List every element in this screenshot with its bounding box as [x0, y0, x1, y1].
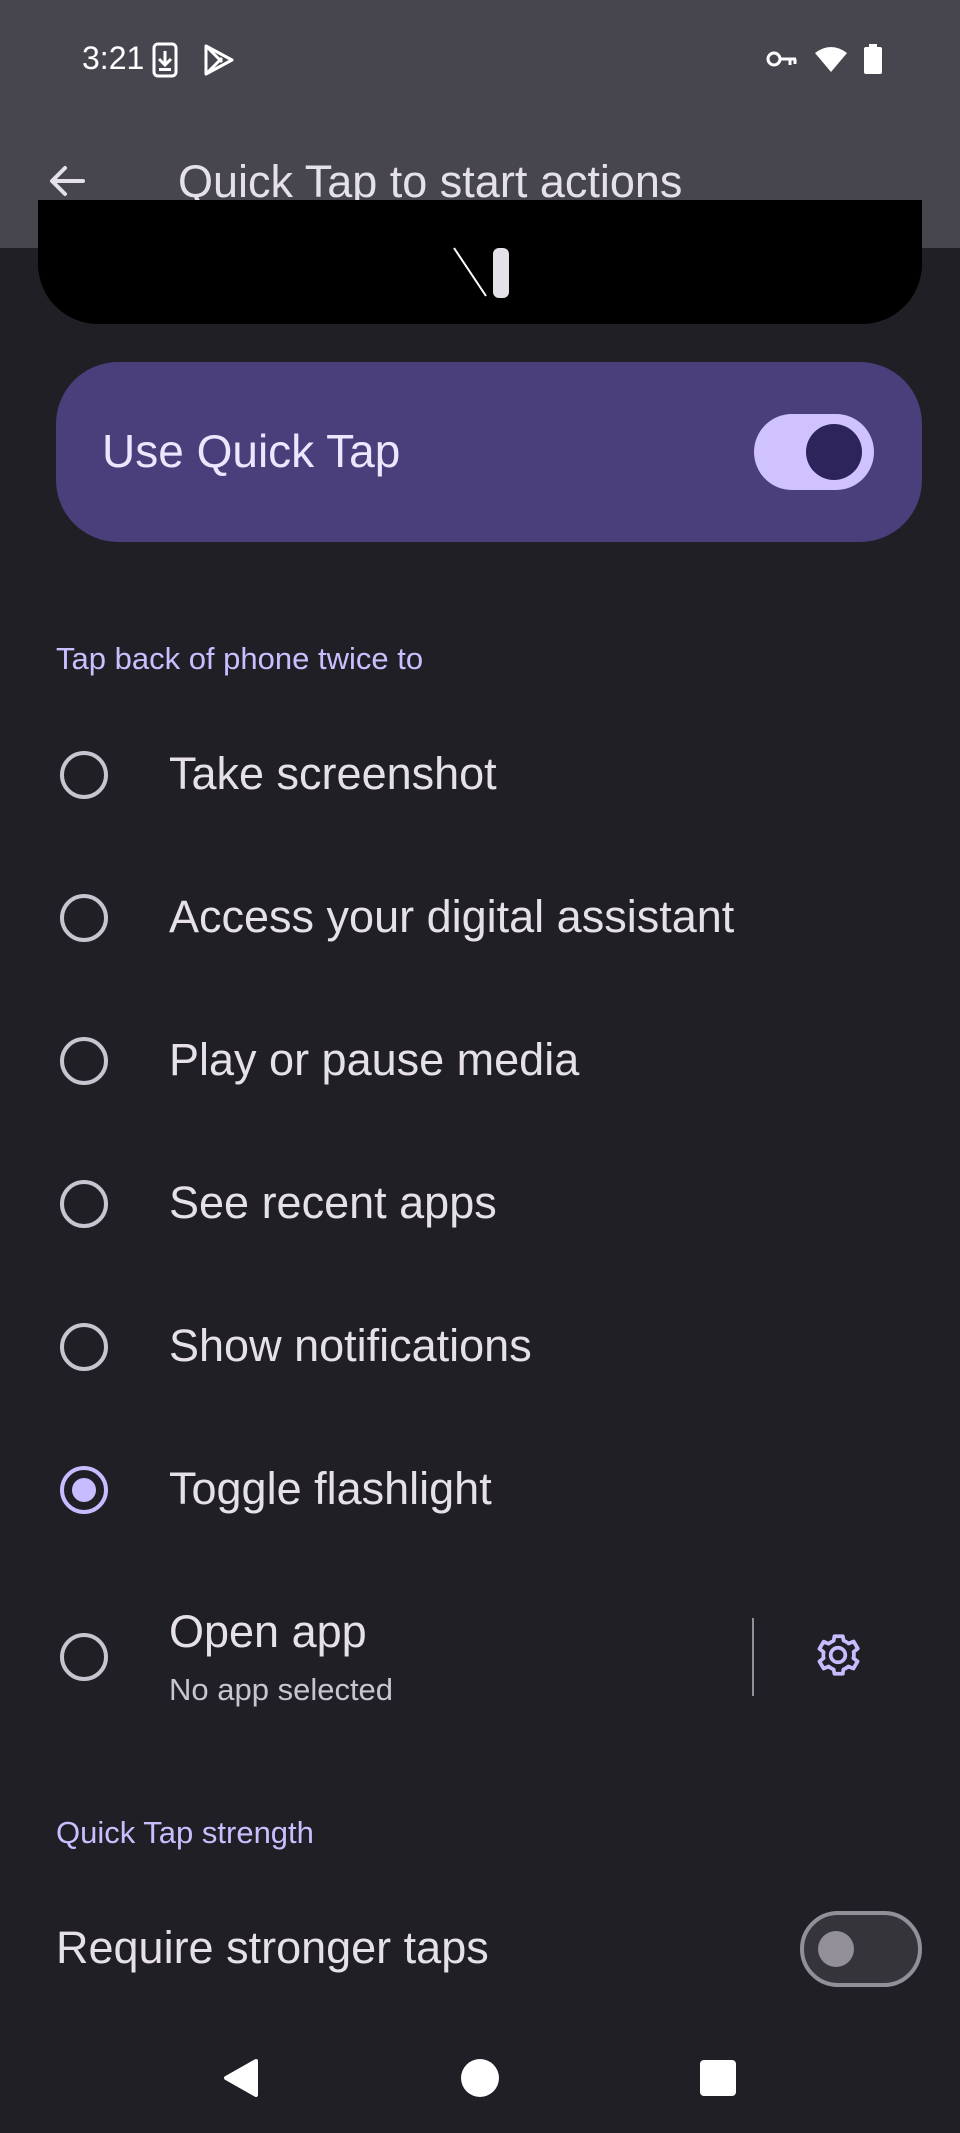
wifi-icon [814, 45, 848, 78]
use-quick-tap-label: Use Quick Tap [102, 425, 401, 477]
option-subtitle: No app selected [169, 1672, 394, 1707]
phone-illustration-graphic [453, 247, 509, 298]
option-label: See recent apps [169, 1177, 497, 1228]
vpn-key-icon [766, 49, 798, 74]
option-toggle-flashlight[interactable]: Toggle flashlight [0, 1418, 960, 1561]
option-take-screenshot[interactable]: Take screenshot [0, 703, 960, 846]
option-label: Play or pause media [169, 1034, 580, 1085]
quick-tap-illustration [38, 200, 922, 324]
radio-button[interactable] [60, 1037, 108, 1085]
status-bar: 3:21 [0, 0, 960, 118]
use-quick-tap-card[interactable]: Use Quick Tap [56, 362, 922, 542]
require-stronger-taps-switch[interactable] [800, 1911, 922, 1987]
radio-button[interactable] [60, 1633, 108, 1681]
option-label: Access your digital assistant [169, 891, 735, 942]
vertical-divider [752, 1618, 754, 1696]
use-quick-tap-switch[interactable] [754, 414, 874, 490]
switch-thumb [818, 1931, 854, 1967]
option-label: Show notifications [169, 1320, 532, 1371]
strength-section-header: Quick Tap strength [56, 1815, 314, 1850]
option-show-notifications[interactable]: Show notifications [0, 1275, 960, 1418]
home-circle-icon [459, 2057, 501, 2104]
switch-thumb [806, 424, 862, 480]
option-label: Open app [169, 1606, 367, 1657]
radio-button-selected[interactable] [60, 1466, 108, 1514]
status-right-icons [766, 44, 882, 79]
radio-button[interactable] [60, 1180, 108, 1228]
open-app-settings-button[interactable] [808, 1627, 868, 1687]
radio-button[interactable] [60, 1323, 108, 1371]
radio-button[interactable] [60, 894, 108, 942]
nav-back-button[interactable] [210, 2050, 270, 2110]
option-play-pause-media[interactable]: Play or pause media [0, 989, 960, 1132]
actions-section-header: Tap back of phone twice to [56, 641, 424, 676]
option-open-app[interactable]: Open app No app selected [0, 1561, 960, 1747]
gear-icon [813, 1630, 863, 1685]
nav-recents-button[interactable] [688, 2050, 748, 2110]
download-icon [152, 42, 178, 83]
status-left-icons [152, 42, 236, 83]
recents-square-icon [699, 2059, 737, 2102]
nav-home-button[interactable] [450, 2050, 510, 2110]
option-recent-apps[interactable]: See recent apps [0, 1132, 960, 1275]
back-triangle-icon [220, 2057, 260, 2104]
require-stronger-taps-label: Require stronger taps [56, 1922, 489, 1973]
radio-button[interactable] [60, 751, 108, 799]
arrow-back-icon [47, 161, 87, 206]
status-time: 3:21 [82, 40, 145, 76]
option-label: Toggle flashlight [169, 1463, 492, 1514]
option-digital-assistant[interactable]: Access your digital assistant [0, 846, 960, 989]
option-label: Take screenshot [169, 748, 497, 799]
play-store-icon [200, 42, 236, 83]
battery-icon [864, 44, 882, 79]
navigation-bar [0, 2020, 960, 2133]
